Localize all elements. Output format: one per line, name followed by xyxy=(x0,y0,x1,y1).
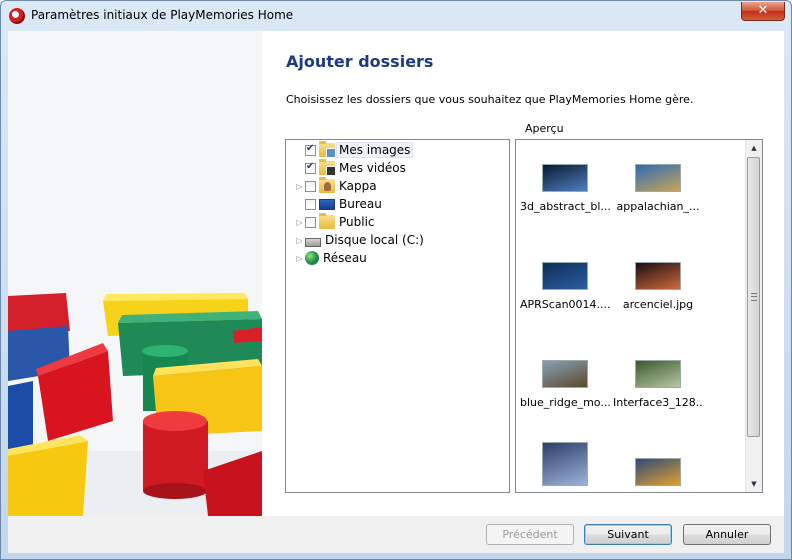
thumbnail-item[interactable]: 3d_abstract_bl... xyxy=(520,164,610,213)
tree-item-label: Mes vidéos xyxy=(339,161,406,175)
tree-item-mes-videos[interactable]: Mes vidéos xyxy=(295,159,406,177)
setup-window: Paramètres initiaux de PlayMemories Home… xyxy=(0,0,792,560)
preview-label: Aperçu xyxy=(525,122,564,135)
thumbnail-image xyxy=(635,458,681,486)
thumbnail-label: arcenciel.jpg xyxy=(622,298,694,311)
thumbnail-label: APRScan0014.... xyxy=(520,298,610,311)
thumbnail-item[interactable]: appalachian_... xyxy=(613,164,703,213)
building-blocks-image xyxy=(8,31,262,516)
pictures-library-icon xyxy=(319,141,336,158)
thumbnail-image xyxy=(542,442,588,486)
desktop-icon xyxy=(319,198,335,210)
tree-item-label: Disque local (C:) xyxy=(325,233,424,247)
checkbox-kappa[interactable] xyxy=(305,180,316,192)
thumbnail-image xyxy=(542,262,588,290)
expand-arrow-icon[interactable]: ▷ xyxy=(295,254,304,263)
thumbnail-image xyxy=(542,164,588,192)
button-bar: Précédent Suivant Annuler xyxy=(8,516,784,553)
tree-item-public[interactable]: ▷ Public xyxy=(295,213,375,231)
thumbnail-label: 3d_abstract_bl... xyxy=(520,200,610,213)
playmemories-app-icon xyxy=(9,8,25,24)
tree-item-disque-local[interactable]: ▷ Disque local (C:) xyxy=(295,231,424,249)
checkbox-mes-images[interactable] xyxy=(305,143,316,156)
tree-item-kappa[interactable]: ▷ Kappa xyxy=(295,177,377,195)
client-area: Ajouter dossiers Choisissez les dossiers… xyxy=(8,31,784,516)
cancel-button[interactable]: Annuler xyxy=(683,524,771,545)
thumbnail-item[interactable]: APRScan0014.... xyxy=(520,262,610,311)
thumbnail-image xyxy=(635,164,681,192)
tree-item-label: Public xyxy=(339,215,375,229)
network-icon xyxy=(305,251,319,265)
previous-button[interactable]: Précédent xyxy=(486,524,574,545)
thumbnail-item[interactable] xyxy=(613,458,703,486)
checkbox-public[interactable] xyxy=(305,216,316,228)
thumbnail-label: Interface3_128... xyxy=(613,396,703,409)
thumbnail-item[interactable] xyxy=(520,442,610,486)
checkbox-mes-videos[interactable] xyxy=(305,161,316,174)
close-button[interactable]: ✕ xyxy=(741,2,785,21)
expand-arrow-icon[interactable]: ▷ xyxy=(295,182,304,191)
thumbnail-image xyxy=(635,262,681,290)
scroll-up-arrow-icon[interactable]: ▲ xyxy=(746,140,762,156)
thumbnail-item[interactable]: arcenciel.jpg xyxy=(613,262,703,311)
user-folder-icon xyxy=(319,177,335,193)
building-blocks-illustration xyxy=(8,31,262,516)
thumbnail-item[interactable]: Interface3_128... xyxy=(613,360,703,409)
tree-item-reseau[interactable]: ▷ Réseau xyxy=(295,249,367,267)
next-button[interactable]: Suivant xyxy=(584,524,672,545)
thumbnail-label: appalachian_... xyxy=(616,200,700,213)
videos-library-icon xyxy=(319,159,336,176)
grip-icon xyxy=(751,293,757,301)
preview-pane[interactable]: 3d_abstract_bl... appalachian_... APRSca… xyxy=(515,139,763,493)
tree-item-label: Mes images xyxy=(336,142,414,158)
thumbnail-image xyxy=(542,360,588,388)
local-disk-icon xyxy=(305,237,321,247)
expand-arrow-icon[interactable]: ▷ xyxy=(295,218,304,227)
folder-icon xyxy=(319,213,335,229)
main-content: Ajouter dossiers Choisissez les dossiers… xyxy=(262,31,784,516)
page-heading: Ajouter dossiers xyxy=(286,52,434,71)
scrollbar-thumb[interactable] xyxy=(747,157,760,437)
tree-item-bureau[interactable]: Bureau xyxy=(295,195,382,213)
expand-arrow-icon[interactable]: ▷ xyxy=(295,236,304,245)
window-title: Paramètres initiaux de PlayMemories Home xyxy=(31,8,294,22)
folder-tree[interactable]: Mes images Mes vidéos ▷ Kappa xyxy=(285,139,510,493)
thumbnail-image xyxy=(635,360,681,388)
tree-item-label: Bureau xyxy=(339,197,382,211)
thumbnail-label: blue_ridge_mo... xyxy=(520,396,610,409)
tree-item-label: Réseau xyxy=(323,251,367,265)
checkbox-bureau[interactable] xyxy=(305,198,316,210)
page-description: Choisissez les dossiers que vous souhait… xyxy=(286,93,694,106)
tree-item-mes-images[interactable]: Mes images xyxy=(295,141,414,159)
tree-item-label: Kappa xyxy=(339,179,377,193)
title-bar[interactable]: Paramètres initiaux de PlayMemories Home… xyxy=(1,1,791,31)
scroll-down-arrow-icon[interactable]: ▼ xyxy=(746,476,762,492)
preview-scrollbar[interactable]: ▲ ▼ xyxy=(745,140,762,492)
thumbnail-item[interactable]: blue_ridge_mo... xyxy=(520,360,610,409)
